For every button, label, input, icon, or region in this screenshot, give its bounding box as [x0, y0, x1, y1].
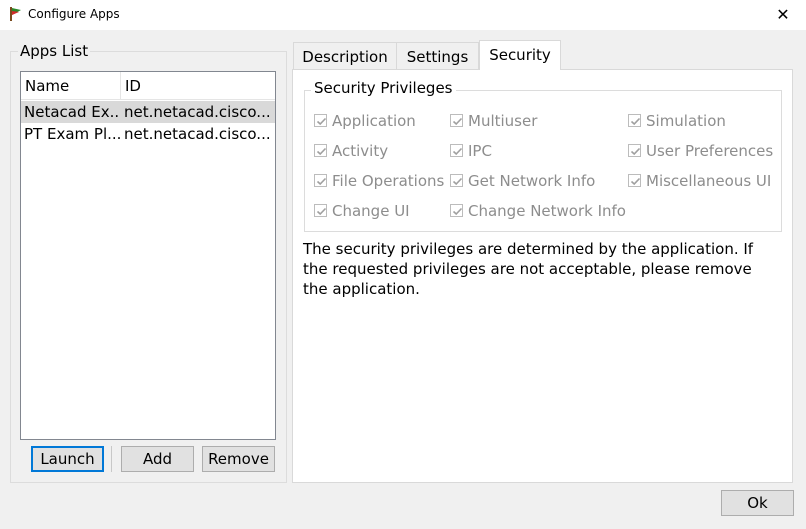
app-name: PT Exam Pl... [24, 125, 120, 143]
checkbox-label: Change UI [332, 202, 410, 220]
checkbox-label: Miscellaneous UI [646, 172, 772, 190]
ok-button[interactable]: Ok [721, 490, 794, 516]
checkbox-checked-icon [314, 144, 327, 157]
checkbox-label: IPC [468, 142, 492, 160]
close-icon: ✕ [776, 5, 790, 24]
checkbox-label: File Operations [332, 172, 445, 190]
apps-list-legend: Apps List [18, 42, 91, 60]
column-header-id[interactable]: ID [121, 72, 275, 100]
checkbox-label: Change Network Info [468, 202, 626, 220]
app-id: net.netacad.cisco.... [124, 103, 272, 121]
tab-security[interactable]: Security [479, 40, 561, 70]
tab-settings[interactable]: Settings [396, 42, 479, 70]
checkbox-checked-icon [314, 204, 327, 217]
title-bar: Configure Apps ✕ [0, 0, 806, 30]
app-id: net.netacad.cisco.... [124, 125, 272, 143]
checkbox-checked-icon [628, 114, 641, 127]
apps-list-view[interactable]: Name ID Netacad Ex... net.netacad.cisco.… [20, 71, 276, 440]
tab-description[interactable]: Description [293, 42, 397, 70]
close-button[interactable]: ✕ [760, 0, 806, 30]
list-item[interactable]: PT Exam Pl... net.netacad.cisco.... [21, 123, 275, 145]
checkbox-checked-icon [450, 144, 463, 157]
launch-button[interactable]: Launch [31, 446, 104, 472]
app-name: Netacad Ex... [24, 103, 120, 121]
checkbox-checked-icon [628, 144, 641, 157]
checkbox-label: Activity [332, 142, 389, 160]
security-tab-panel: Security Privileges Application Multiuse… [292, 69, 793, 483]
checkbox-checked-icon [314, 114, 327, 127]
checkbox-checked-icon [450, 174, 463, 187]
add-button[interactable]: Add [121, 446, 194, 472]
list-item[interactable]: Netacad Ex... net.netacad.cisco.... [21, 101, 275, 123]
security-description: The security privileges are determined b… [303, 240, 754, 298]
column-header-name[interactable]: Name [21, 72, 121, 100]
checkbox-label: Multiuser [468, 112, 538, 130]
checkbox-label: Get Network Info [468, 172, 596, 190]
list-header: Name ID [21, 72, 275, 100]
remove-button[interactable]: Remove [202, 446, 275, 472]
app-flag-icon [10, 7, 21, 21]
checkbox-label: Application [332, 112, 416, 130]
checkbox-checked-icon [450, 114, 463, 127]
window-title: Configure Apps [28, 7, 120, 21]
security-privileges-legend: Security Privileges [311, 79, 456, 97]
checkbox-checked-icon [314, 174, 327, 187]
checkbox-label: User Preferences [646, 142, 774, 160]
checkbox-label: Simulation [646, 112, 726, 130]
checkbox-checked-icon [450, 204, 463, 217]
button-separator [111, 446, 112, 472]
checkbox-checked-icon [628, 174, 641, 187]
